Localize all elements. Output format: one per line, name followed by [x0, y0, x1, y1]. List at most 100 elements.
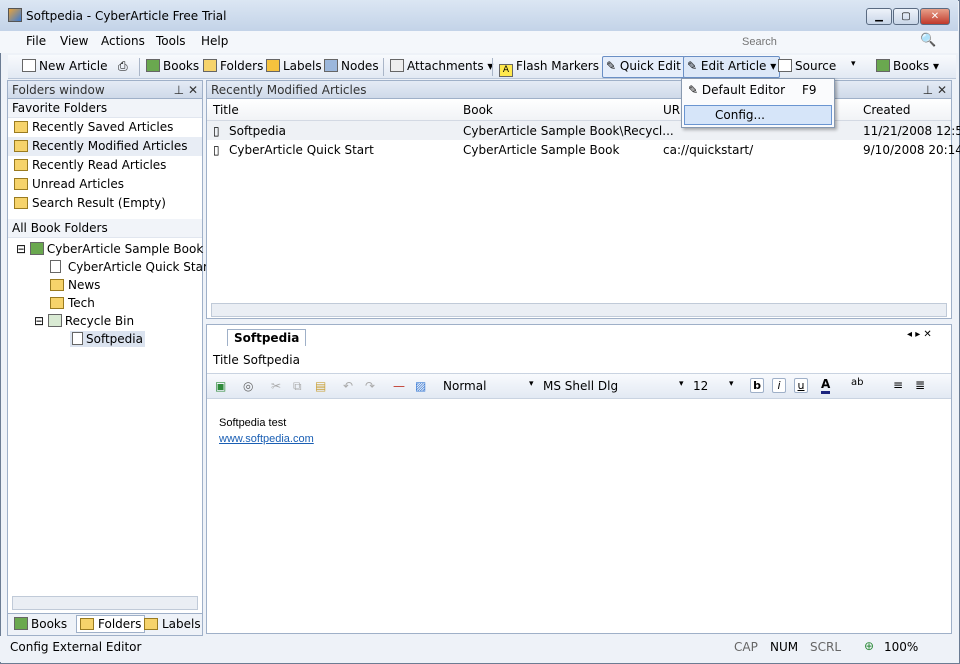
- chevron-down-icon[interactable]: ▾: [679, 379, 684, 389]
- pin-icon[interactable]: ⊥ ✕: [923, 83, 947, 97]
- favorite-item[interactable]: Recently Saved Articles: [8, 118, 202, 137]
- attachment-icon: [390, 59, 404, 72]
- paste-icon[interactable]: ▤: [315, 379, 326, 393]
- horizontal-line-icon[interactable]: —: [393, 379, 405, 393]
- books-button[interactable]: Books: [146, 59, 199, 73]
- tree-node-article-selected[interactable]: Softpedia: [70, 331, 145, 347]
- style-select[interactable]: Normal: [443, 379, 486, 393]
- toolbar-overflow-button[interactable]: ▾: [851, 59, 856, 69]
- print-icon[interactable]: ⎙: [118, 59, 128, 74]
- tree-node-recycle[interactable]: ⊟ Recycle Bin: [34, 314, 134, 328]
- cut-icon[interactable]: ✂: [271, 379, 281, 393]
- table-row[interactable]: ▯ CyberArticle Quick Start CyberArticle …: [207, 140, 960, 159]
- marker-icon: A: [499, 64, 513, 77]
- horizontal-scrollbar[interactable]: [211, 303, 947, 317]
- tree-node-folder[interactable]: News: [50, 278, 100, 292]
- tab-folders[interactable]: Folders: [76, 615, 146, 633]
- label-icon: [266, 59, 280, 72]
- labels-button[interactable]: Labels: [266, 59, 322, 73]
- folder-icon: [14, 140, 28, 152]
- num-indicator: NUM: [770, 640, 799, 654]
- search-input[interactable]: [742, 33, 912, 50]
- source-button[interactable]: Source: [778, 59, 836, 73]
- tree-node-book[interactable]: ⊟ CyberArticle Sample Book: [16, 242, 203, 256]
- highlight-button[interactable]: ab: [851, 377, 863, 388]
- size-select[interactable]: 12: [693, 379, 708, 393]
- chevron-down-icon[interactable]: ▾: [729, 379, 734, 389]
- align-left-icon[interactable]: ≡: [893, 378, 903, 392]
- col-created[interactable]: Created: [863, 103, 911, 117]
- font-color-button[interactable]: A: [821, 377, 831, 394]
- status-text: Config External Editor: [10, 640, 142, 654]
- menu-file[interactable]: File: [26, 34, 46, 48]
- undo-icon[interactable]: ↶: [343, 379, 353, 393]
- zoom-icon[interactable]: ⊕: [864, 639, 874, 653]
- menu-actions[interactable]: Actions: [101, 34, 145, 48]
- new-article-button[interactable]: New Article: [22, 59, 107, 73]
- copy-icon[interactable]: ⧉: [293, 379, 302, 394]
- article-editor: Softpedia ◂ ▸ ✕ Title Softpedia ▣ ◎ ✂ ⧉ …: [206, 324, 952, 634]
- pencil-icon: ✎: [606, 59, 617, 73]
- align-center-icon[interactable]: ≣: [915, 378, 925, 392]
- col-title[interactable]: Title: [213, 103, 239, 117]
- col-book[interactable]: Book: [463, 103, 493, 117]
- edit-article-button[interactable]: ✎ Edit Article ▾: [683, 56, 781, 78]
- tab-books[interactable]: Books: [14, 617, 67, 631]
- bold-button[interactable]: b: [750, 378, 764, 393]
- save-icon[interactable]: ▣: [215, 379, 226, 393]
- menu-view[interactable]: View: [60, 34, 88, 48]
- menu-help[interactable]: Help: [201, 34, 228, 48]
- body-link[interactable]: www.softpedia.com: [219, 433, 314, 445]
- image-icon[interactable]: ▨: [415, 379, 426, 393]
- font-select[interactable]: MS Shell Dlg: [543, 379, 618, 393]
- nodes-button[interactable]: Nodes: [324, 59, 379, 73]
- article-icon: [50, 260, 61, 273]
- source-icon: [778, 59, 792, 72]
- books-icon: [146, 59, 160, 72]
- folder-icon: [50, 279, 64, 291]
- horizontal-scrollbar[interactable]: [12, 596, 198, 610]
- view-icon[interactable]: ◎: [243, 379, 253, 393]
- label-icon: [144, 618, 158, 630]
- default-editor-item[interactable]: ✎ Default Editor: [688, 83, 785, 97]
- quick-edit-button[interactable]: ✎ Quick Edit: [602, 56, 685, 78]
- shortcut-label: F9: [802, 83, 817, 97]
- title-field[interactable]: Softpedia: [243, 353, 300, 367]
- attachments-button[interactable]: Attachments ▾: [390, 59, 493, 73]
- config-menu-item[interactable]: Config...: [684, 105, 832, 125]
- maximize-button[interactable]: ▢: [893, 8, 919, 25]
- table-row[interactable]: ▯ Softpedia CyberArticle Sample Book\Rec…: [207, 121, 960, 140]
- app-icon: [8, 8, 22, 22]
- favorite-item[interactable]: Recently Read Articles: [8, 156, 202, 175]
- minimize-button[interactable]: ▁: [866, 8, 892, 25]
- favorite-item[interactable]: Search Result (Empty): [8, 194, 202, 213]
- chevron-down-icon[interactable]: ▾: [529, 379, 534, 389]
- edit-icon: ✎: [687, 59, 698, 73]
- toolbar-separator: [492, 58, 493, 76]
- title-label: Title: [213, 353, 239, 367]
- folder-icon: [14, 121, 28, 133]
- pin-icon[interactable]: ⊥ ✕: [174, 83, 198, 97]
- tab-labels[interactable]: Labels: [144, 617, 201, 631]
- editor-tab[interactable]: Softpedia: [227, 329, 307, 346]
- article-icon: [72, 332, 83, 345]
- folder-icon: [14, 178, 28, 190]
- tree-node-article[interactable]: CyberArticle Quick Start: [50, 260, 213, 274]
- folders-button[interactable]: Folders: [203, 59, 263, 73]
- favorite-item-selected[interactable]: Recently Modified Articles: [8, 137, 202, 156]
- books-menu-button[interactable]: Books ▾: [876, 59, 939, 73]
- close-button[interactable]: ✕: [920, 8, 950, 25]
- redo-icon[interactable]: ↷: [365, 379, 375, 393]
- flash-markers-button[interactable]: AFlash Markers ▾: [499, 59, 609, 77]
- tab-nav-icon[interactable]: ◂ ▸ ✕: [907, 329, 932, 340]
- toolbar-separator: [139, 58, 140, 76]
- menu-tools[interactable]: Tools: [156, 34, 186, 48]
- toolbar-separator: [383, 58, 384, 76]
- tree-node-folder[interactable]: Tech: [50, 296, 95, 310]
- folders-pane: Folders window ⊥ ✕ Favorite Folders Recen…: [7, 80, 213, 636]
- search-icon[interactable]: 🔍: [920, 33, 936, 48]
- favorite-item[interactable]: Unread Articles: [8, 175, 202, 194]
- column-header-row: Title Book URL Created: [207, 99, 951, 121]
- underline-button[interactable]: u: [794, 378, 808, 393]
- italic-button[interactable]: i: [772, 378, 786, 393]
